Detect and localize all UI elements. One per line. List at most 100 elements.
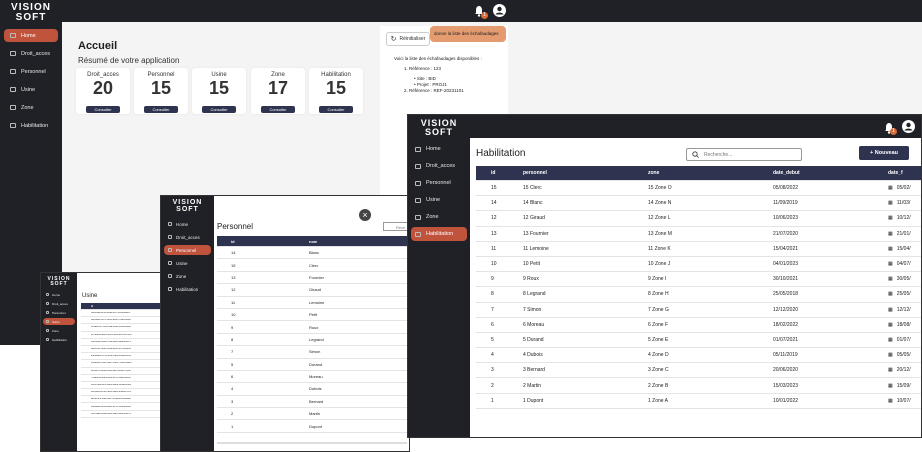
- table-row[interactable]: 4 Dubois: [217, 383, 409, 396]
- consulter-button[interactable]: Consulter: [86, 106, 120, 113]
- table-cell: ▦ 12/12/: [888, 306, 911, 313]
- sidebar-item-habilitation[interactable]: Habilitation: [411, 227, 467, 241]
- table-cell: ▦ 11/03/: [888, 200, 911, 207]
- table-row[interactable]: 3 Bernard: [217, 396, 409, 409]
- table-row[interactable]: e4b92a61-0f7d-4c38-b5e2-8d1a6f3c09: [81, 353, 163, 361]
- search-input[interactable]: Rech: [383, 222, 409, 231]
- logo: VISION SOFT: [11, 2, 51, 23]
- table-row[interactable]: 11 Lemoine: [217, 297, 409, 309]
- sidebar-item-personnel[interactable]: Personnel: [4, 65, 58, 78]
- table-cell: Dupont: [309, 423, 322, 429]
- consulter-button[interactable]: Consulter: [261, 106, 295, 113]
- table-row[interactable]: 4e9f1b06-a7d3-4c85-b2e0-9f6a3d7c14: [81, 389, 163, 397]
- sidebar-item-usine[interactable]: Usine: [4, 83, 58, 96]
- scrollbar[interactable]: [217, 442, 407, 444]
- table-row[interactable]: 7 7 Simon 7 Zone G 12/12/2020 ▦ 12/12/: [476, 303, 921, 318]
- search-input[interactable]: Recherche...: [686, 148, 802, 161]
- table-row[interactable]: 7 Simon: [217, 346, 409, 359]
- table-cell: 0d5c7a92-3e1f-48b4-a6d9-c2f0e8b5a3: [91, 383, 131, 386]
- table-cell: 15/03/2023: [773, 382, 799, 389]
- avatar[interactable]: [493, 4, 506, 17]
- table-row[interactable]: 2 2 Martin 2 Zone B 15/03/2023 ▦ 15/09/: [476, 378, 921, 394]
- table-row[interactable]: 10 10 Petit 10 Zone J 04/01/2023 ▦ 04/07/: [476, 257, 921, 273]
- sidebar-item-personnel[interactable]: Personnel: [43, 309, 75, 316]
- table-row[interactable]: 6a0c5d37-e8f4-4b92-a1d5-3c7e9b08f2: [81, 346, 163, 354]
- table-row[interactable]: 6 Moreau: [217, 371, 409, 384]
- sidebar-item-usine[interactable]: Usine: [43, 318, 75, 325]
- table-row[interactable]: 3 3 Bernard 3 Zone C 20/06/2020 ▦ 20/12/: [476, 363, 921, 379]
- consulter-button[interactable]: Consulter: [144, 106, 178, 113]
- table-row[interactable]: 9 Roux: [217, 321, 409, 334]
- table-cell: Legrand: [309, 336, 324, 342]
- sidebar-item-zone[interactable]: Zone: [4, 101, 58, 114]
- avatar[interactable]: [902, 120, 915, 133]
- table-cell: 8: [231, 336, 234, 342]
- table-row[interactable]: 11 11 Lemoine 11 Zone K 15/04/2021 ▦ 15/04/: [476, 242, 921, 257]
- sidebar-item-droit-acces[interactable]: Droit_acces: [411, 159, 467, 173]
- table-row[interactable]: 12 Giraud: [217, 284, 409, 297]
- table-row[interactable]: 4 4 Dubois 4 Zone D 05/11/2019 ▦ 05/05/: [476, 348, 921, 364]
- table-row[interactable]: 1 1 Dupont 1 Zone A 10/01/2022 ▦ 10/07/: [476, 394, 921, 409]
- table-row[interactable]: 1 Dupont: [217, 420, 409, 433]
- sidebar-item-usine[interactable]: Usine: [164, 258, 211, 268]
- assistant-reply: Voici la liste des échafaudages disponib…: [394, 56, 482, 93]
- table-cell: 3 Bernard: [523, 367, 545, 374]
- table-row[interactable]: b3f81c4e-5d29-47a0-8e6b-0a9c2f1d74: [81, 339, 163, 346]
- sidebar-item-habilitation[interactable]: Habilitation: [4, 119, 58, 132]
- sidebar-item-personnel[interactable]: Personnel: [164, 245, 211, 255]
- reset-button[interactable]: ↻ Réinitialiser: [386, 32, 430, 46]
- habilitation-table: id personnel zone date_debut date_f 15 15…: [476, 166, 921, 409]
- table-row[interactable]: 12 12 Giraud 12 Zone L 10/06/2023 ▦ 10/12/: [476, 211, 921, 227]
- table-row[interactable]: 2d7e0b95-a6c3-4d81-9f40-e1b56c7d83: [81, 332, 163, 339]
- sidebar-item-home[interactable]: Home: [164, 219, 211, 229]
- sidebar-item-droit-acces[interactable]: Droit_acces: [43, 300, 75, 307]
- table-row[interactable]: 15 Clerc: [217, 259, 409, 272]
- sidebar-item-personnel[interactable]: Personnel: [411, 176, 467, 190]
- table-cell: 04/01/2023: [773, 261, 799, 268]
- table-row[interactable]: 14 Blanc: [217, 247, 409, 260]
- table-row[interactable]: 14 14 Blanc 14 Zone N 11/09/2019 ▦ 11/03/: [476, 196, 921, 212]
- sidebar-item-zone[interactable]: Zone: [43, 327, 75, 334]
- consulter-button[interactable]: Consulter: [319, 106, 353, 113]
- table-row[interactable]: a1d6c385-2f9e-4b07-8c4a-e5b1f0d9a2: [81, 396, 163, 404]
- sidebar-item-habilitation[interactable]: Habilitation: [43, 336, 75, 343]
- table-row[interactable]: 1e8f9d02-3b7c-4e55-a09f-7c6d12b9e0: [81, 317, 163, 325]
- table-row[interactable]: 13 13 Fournier 13 Zone M 21/07/2020 ▦ 21/01/: [476, 227, 921, 242]
- table-row[interactable]: f2b7d9a1-4c8e-4d36-9a05-6e3c1b8f7d: [81, 411, 163, 418]
- table-cell: 6a0c5d37-e8f4-4b92-a1d5-3c7e9b08f2: [91, 348, 131, 351]
- table-row[interactable]: c8e3a0f4-9b5d-42e1-a7c6-1d4f8e2b90: [81, 403, 163, 411]
- close-icon[interactable]: ×: [359, 209, 371, 221]
- sidebar-item-home[interactable]: Home: [43, 291, 75, 298]
- table-row[interactable]: 7b1a3e58-d4c2-4f06-9e71-5a8b3d0c2f: [81, 375, 163, 382]
- table-row[interactable]: 9c4a6e13-70bd-4f2a-8d1e-5b3f08c2a6: [81, 324, 163, 332]
- sidebar-item-zone[interactable]: Zone: [411, 210, 467, 224]
- add-new-button[interactable]: + Nouveau: [859, 146, 909, 160]
- consulter-button[interactable]: Consulter: [202, 106, 236, 113]
- table-row[interactable]: 8c2e4f79-6b0a-41d3-a8f5-2e9d7c1b60: [81, 368, 163, 375]
- table-row[interactable]: 13 Fournier: [217, 272, 409, 285]
- sidebar-item-home[interactable]: Home: [4, 29, 58, 42]
- table-cell: Lemoine: [309, 299, 325, 305]
- sidebar-item-usine[interactable]: Usine: [411, 193, 467, 207]
- table-cell: Fournier: [309, 274, 324, 280]
- table-row[interactable]: 3f6d8b20-c1e5-4a97-9d03-7b2e5c4a18: [81, 360, 163, 368]
- table-cell: 13 Zone M: [648, 230, 672, 237]
- sidebar-item-droit-acces[interactable]: Droit_acces: [4, 47, 58, 60]
- table-row[interactable]: 9 9 Roux 9 Zone I 30/10/2021 ▦ 30/05/: [476, 272, 921, 288]
- sidebar-item-droit-acces[interactable]: Droit_acces: [164, 232, 211, 242]
- table-row[interactable]: 15 15 Clerc 15 Zone O 05/08/2022 ▦ 05/02/: [476, 181, 921, 197]
- table-row[interactable]: 5 5 Durand 5 Zone E 01/07/2021 ▦ 01/07/: [476, 333, 921, 349]
- table-row[interactable]: 5 Durand: [217, 359, 409, 371]
- table-row[interactable]: 6 6 Moreau 6 Zone F 18/02/2022 ▦ 18/08/: [476, 318, 921, 333]
- sidebar-item-zone[interactable]: Zone: [164, 271, 211, 281]
- table-row[interactable]: 10 Petit: [217, 309, 409, 322]
- table-cell: 12/12/2020: [773, 306, 799, 313]
- table-row[interactable]: 2 Martin: [217, 408, 409, 421]
- table-row[interactable]: 0d5c7a92-3e1f-48b4-a6d9-c2f0e8b5a3: [81, 382, 163, 390]
- table-cell: 25/05/2018: [773, 291, 799, 298]
- table-row[interactable]: 8 Legrand: [217, 334, 409, 347]
- table-row[interactable]: 5ed1f2a8-8c11-4a1e-9b7f-2c0d3ea1b7: [81, 310, 163, 318]
- sidebar-item-home[interactable]: Home: [411, 142, 467, 156]
- sidebar-item-habilitation[interactable]: Habilitation: [164, 284, 211, 294]
- table-row[interactable]: 8 8 Legrand 8 Zone H 25/05/2018 ▦ 25/05/: [476, 287, 921, 303]
